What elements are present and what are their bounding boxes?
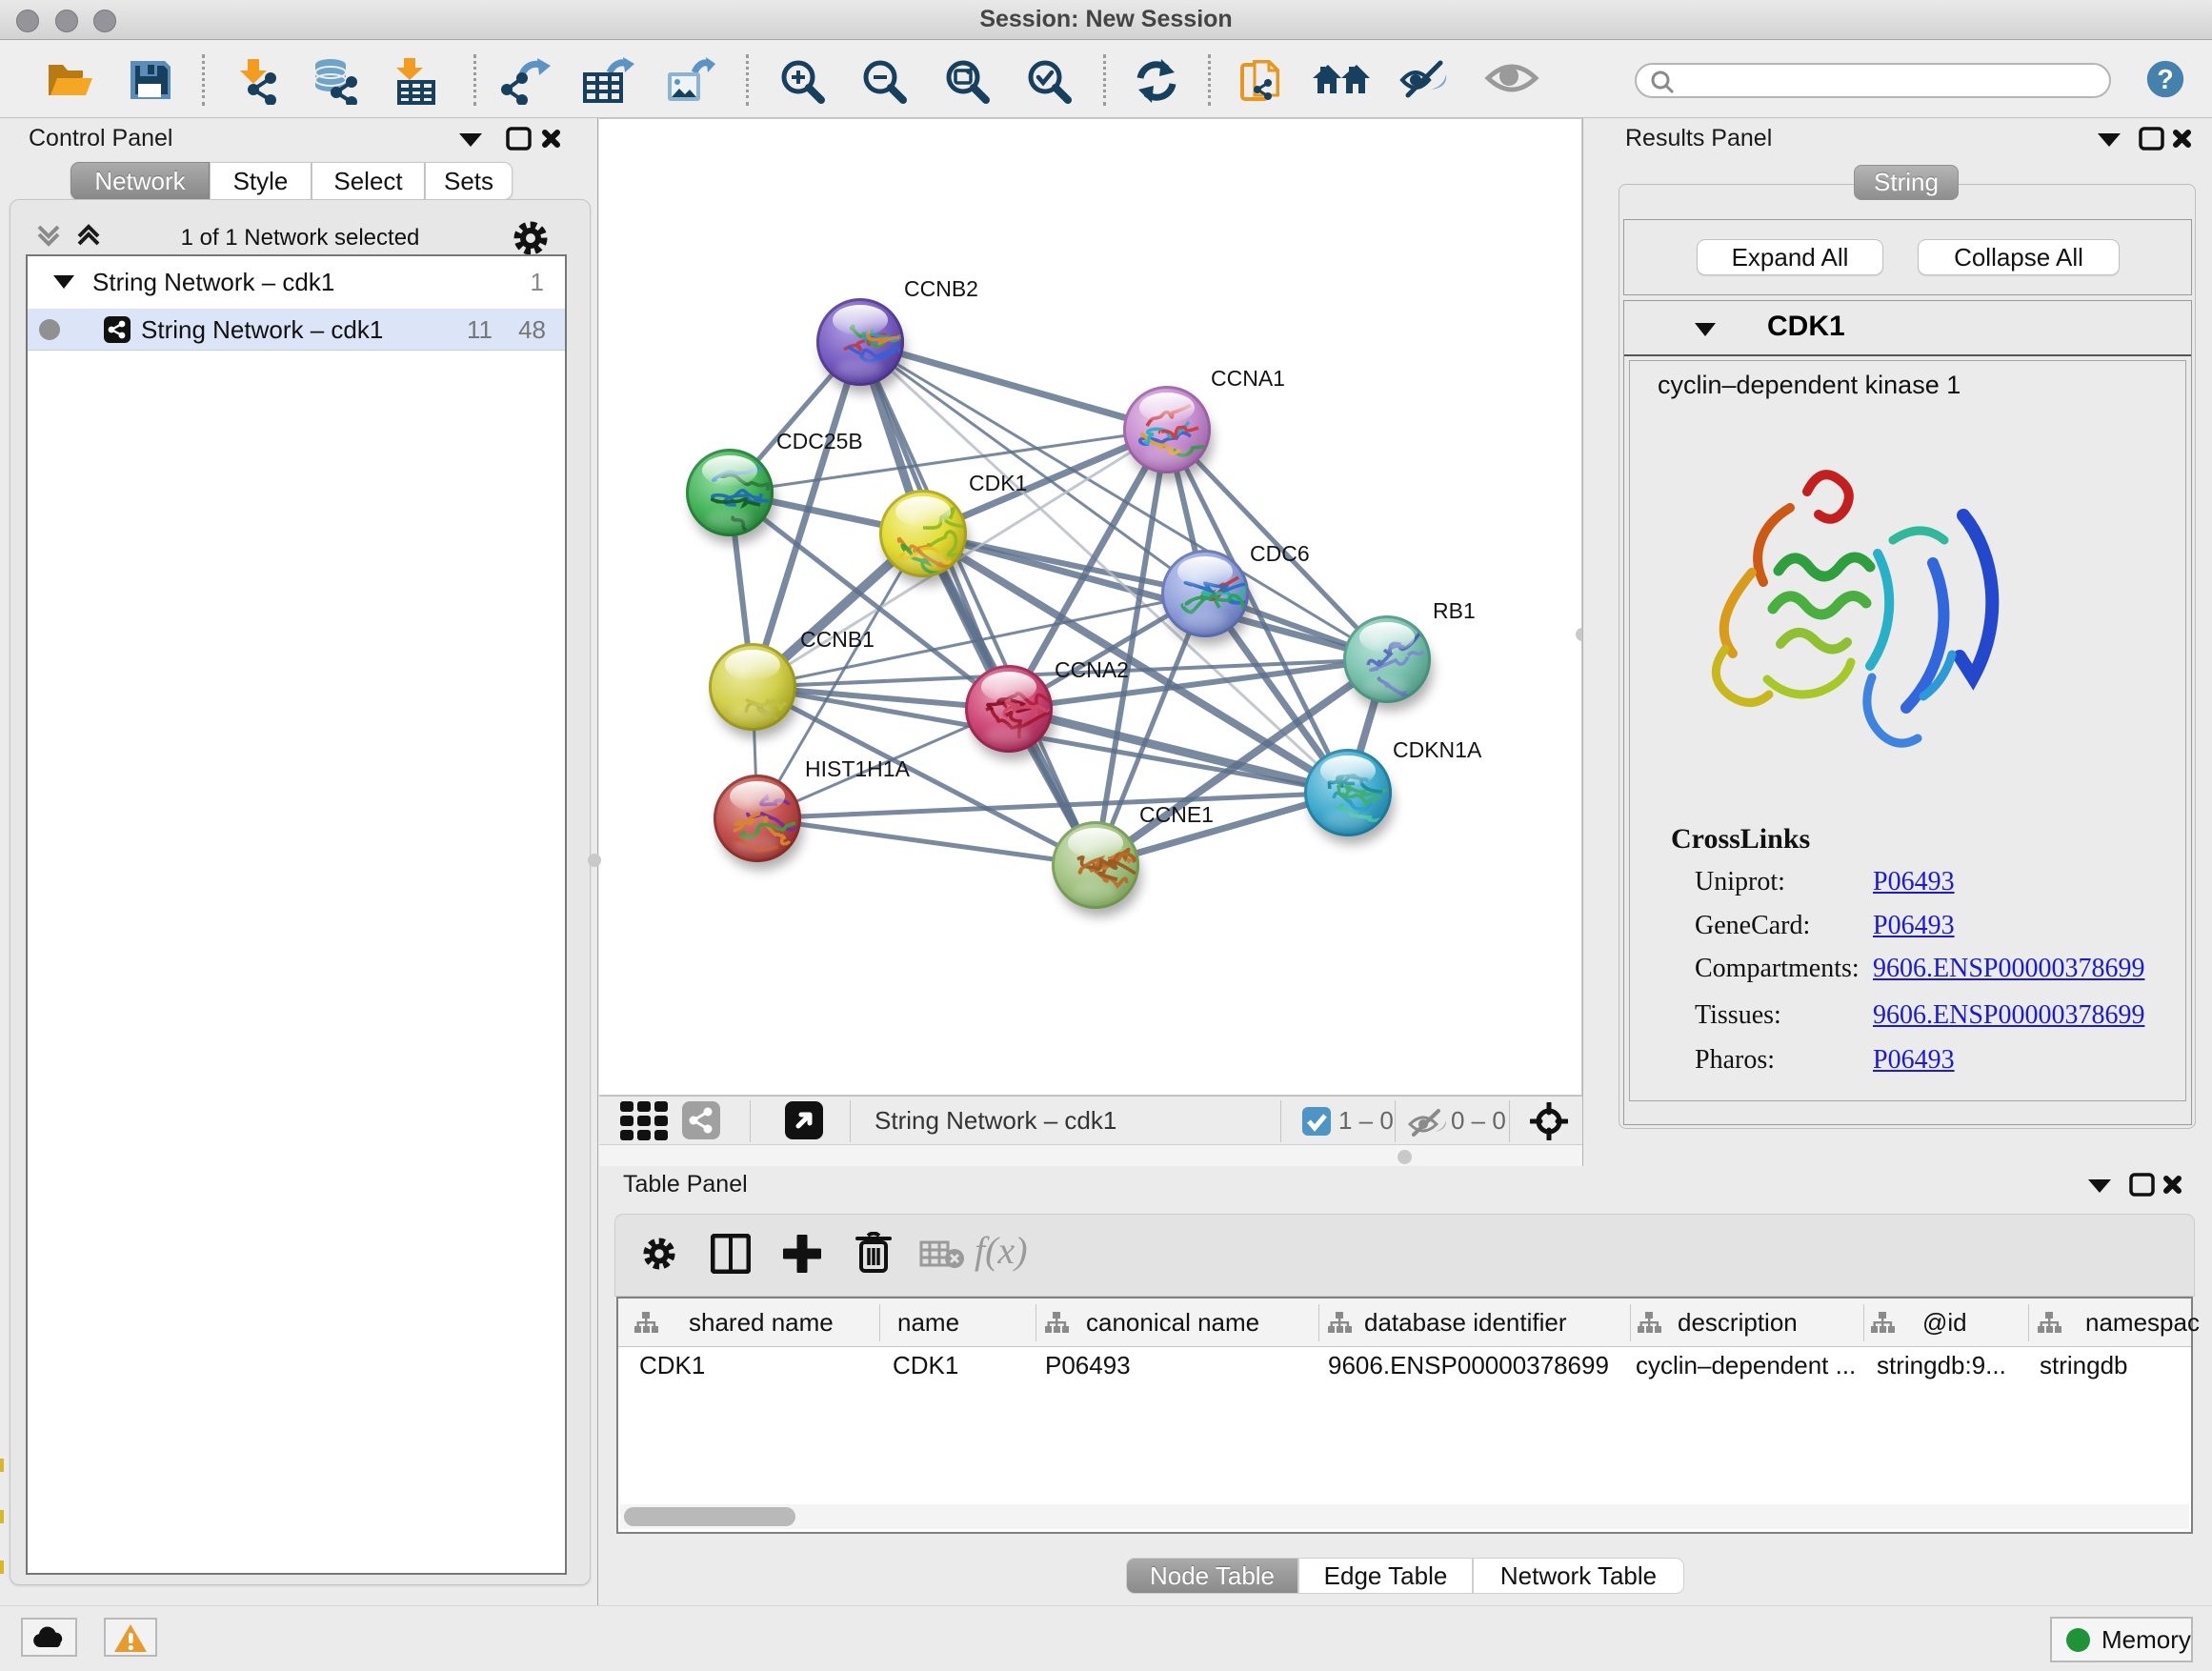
svg-text:CDC6: CDC6	[1250, 541, 1310, 566]
svg-text:CCNA2: CCNA2	[1055, 657, 1129, 682]
svg-text:HIST1H1A: HIST1H1A	[805, 756, 911, 781]
svg-text:CCNB2: CCNB2	[904, 276, 978, 301]
svg-text:CCNE1: CCNE1	[1139, 802, 1214, 827]
svg-text:CCNA1: CCNA1	[1211, 366, 1285, 391]
svg-text:?: ?	[2157, 65, 2173, 95]
svg-text:CDC25B: CDC25B	[776, 429, 863, 453]
svg-text:CCNB1: CCNB1	[800, 627, 875, 652]
svg-text:RB1: RB1	[1433, 598, 1476, 623]
svg-text:CDKN1A: CDKN1A	[1393, 737, 1482, 762]
svg-text:CDK1: CDK1	[969, 471, 1027, 495]
